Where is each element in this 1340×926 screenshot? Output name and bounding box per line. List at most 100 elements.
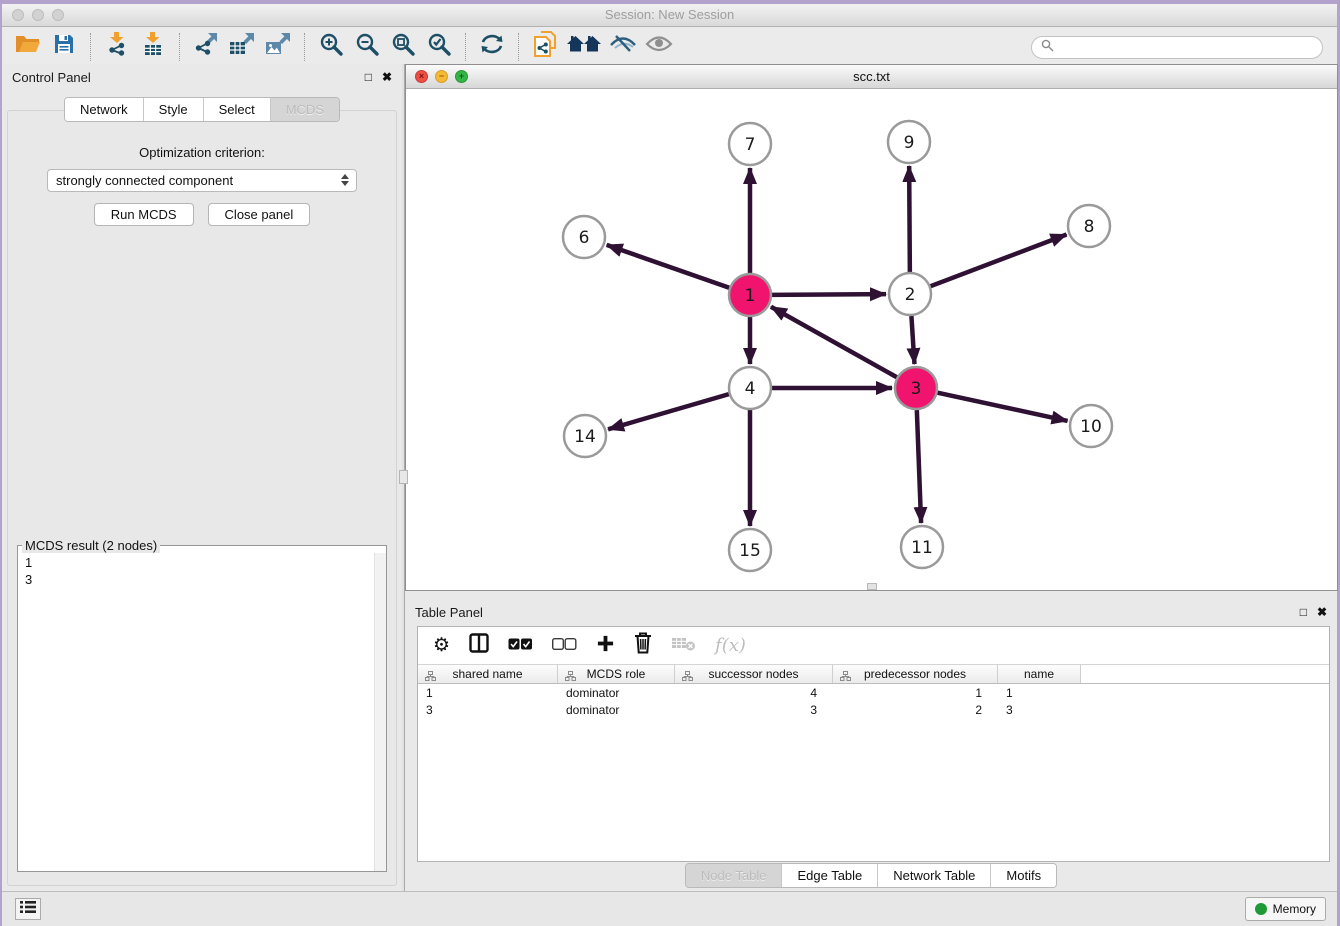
close-network-button[interactable]: × — [415, 70, 428, 83]
minimize-network-button[interactable]: − — [435, 70, 448, 83]
window-controls[interactable] — [12, 9, 64, 21]
tab-network[interactable]: Network — [65, 98, 144, 121]
edge-2-9[interactable] — [909, 166, 910, 272]
zoom-fit-button[interactable] — [385, 31, 421, 63]
show-all-button[interactable] — [641, 31, 677, 63]
toolbar-separator — [90, 33, 91, 61]
tab-node-table[interactable]: Node Table — [686, 864, 783, 887]
zoom-out-button[interactable] — [349, 31, 385, 63]
node-label-1: 1 — [745, 286, 756, 306]
import-table-button[interactable] — [135, 31, 171, 63]
zoom-out-icon — [354, 31, 380, 62]
table-tabs: Node TableEdge TableNetwork TableMotifs — [405, 863, 1337, 888]
table-cell[interactable]: 4 — [675, 686, 833, 700]
edge-1-2[interactable] — [772, 294, 886, 295]
tab-select[interactable]: Select — [204, 98, 271, 121]
save-session-button[interactable] — [46, 31, 82, 63]
delete-column-button[interactable] — [634, 632, 652, 659]
delete-table-icon — [671, 634, 696, 657]
column-header-predecessor-nodes[interactable]: predecessor nodes — [833, 665, 998, 683]
column-header-successor-nodes[interactable]: successor nodes — [675, 665, 833, 683]
network-graph[interactable]: 7968124314101511 — [406, 89, 1337, 590]
toolbar-separator — [465, 33, 466, 61]
close-panel-icon[interactable]: ✖ — [382, 70, 392, 84]
unselect-all-columns-button[interactable] — [552, 637, 577, 655]
table-cell[interactable]: dominator — [558, 686, 675, 700]
close-table-panel-icon[interactable]: ✖ — [1317, 605, 1327, 619]
table-settings-button[interactable]: ⚙ — [433, 636, 450, 655]
export-table-button[interactable] — [224, 31, 260, 63]
import-network-button[interactable] — [99, 31, 135, 63]
node-label-7: 7 — [745, 135, 756, 155]
tab-network-table[interactable]: Network Table — [878, 864, 991, 887]
toolbar-separator — [179, 33, 180, 61]
table-row[interactable]: 1dominator411 — [418, 684, 1329, 701]
run-mcds-button[interactable]: Run MCDS — [94, 203, 194, 226]
table-cell[interactable]: 1 — [998, 686, 1081, 700]
table-row[interactable]: 3dominator323 — [418, 701, 1329, 718]
two-houses-icon — [567, 33, 601, 60]
edge-2-8[interactable] — [931, 235, 1067, 287]
float-table-panel-icon[interactable]: □ — [1300, 605, 1307, 619]
minimize-window-button[interactable] — [32, 9, 44, 21]
table-cell[interactable]: 3 — [675, 703, 833, 717]
network-window-titlebar: × − + scc.txt — [406, 65, 1337, 89]
table-cell[interactable]: 3 — [998, 703, 1081, 717]
open-folder-icon — [15, 33, 41, 60]
table-cell[interactable]: 2 — [833, 703, 998, 717]
edge-2-3[interactable] — [911, 316, 914, 364]
mcds-result-list[interactable]: 13 — [18, 553, 386, 589]
network-canvas[interactable]: 7968124314101511 — [406, 89, 1337, 590]
tab-mcds[interactable]: MCDS — [271, 98, 339, 121]
float-panel-icon[interactable]: □ — [365, 70, 372, 84]
close-panel-button[interactable]: Close panel — [208, 203, 311, 226]
hide-selected-button[interactable] — [605, 31, 641, 63]
maximize-network-button[interactable]: + — [455, 70, 468, 83]
edge-3-1[interactable] — [771, 307, 897, 378]
tree-hierarchy-icon — [840, 670, 851, 684]
zoom-in-button[interactable] — [313, 31, 349, 63]
node-label-11: 11 — [911, 538, 933, 558]
column-header-filler — [1081, 665, 1329, 683]
criterion-select[interactable]: strongly connected component — [47, 169, 357, 192]
result-scrollbar[interactable] — [374, 553, 386, 871]
edge-1-6[interactable] — [607, 245, 730, 288]
delete-table-button-disabled — [671, 634, 696, 657]
create-column-button[interactable] — [596, 634, 615, 658]
column-header-shared-name[interactable]: shared name — [418, 665, 558, 683]
clone-network-button[interactable] — [527, 31, 563, 63]
export-image-button[interactable] — [260, 31, 296, 63]
select-stepper-icon — [341, 174, 349, 186]
tab-motifs[interactable]: Motifs — [991, 864, 1056, 887]
column-label: MCDS role — [587, 667, 646, 681]
show-columns-button[interactable] — [469, 633, 489, 658]
select-all-columns-button[interactable] — [508, 637, 533, 655]
search-input[interactable] — [1059, 40, 1313, 56]
search-box[interactable] — [1031, 36, 1323, 59]
node-label-14: 14 — [574, 427, 596, 447]
column-header-name[interactable]: name — [998, 665, 1081, 683]
tab-style[interactable]: Style — [144, 98, 204, 121]
apply-layout-button[interactable] — [474, 31, 510, 63]
edge-3-11[interactable] — [917, 410, 921, 523]
export-network-button[interactable] — [188, 31, 224, 63]
table-cell[interactable]: dominator — [558, 703, 675, 717]
column-header-mcds-role[interactable]: MCDS role — [558, 665, 675, 683]
memory-status-icon — [1255, 903, 1267, 915]
task-history-button[interactable] — [15, 898, 41, 920]
two-houses-button[interactable] — [563, 31, 605, 63]
table-cell[interactable]: 1 — [418, 686, 558, 700]
tab-edge-table[interactable]: Edge Table — [782, 864, 878, 887]
close-window-button[interactable] — [12, 9, 24, 21]
table-cell[interactable]: 3 — [418, 703, 558, 717]
edge-4-14[interactable] — [608, 394, 729, 429]
maximize-window-button[interactable] — [52, 9, 64, 21]
table-cell[interactable]: 1 — [833, 686, 998, 700]
edge-3-10[interactable] — [937, 393, 1067, 421]
open-session-button[interactable] — [10, 31, 46, 63]
divider-grip[interactable] — [399, 470, 408, 484]
canvas-bottom-grip[interactable] — [867, 583, 877, 590]
node-table: ⚙ f(x) shared nameMCDS rolesuccessor nod… — [417, 626, 1330, 862]
zoom-selected-button[interactable] — [421, 31, 457, 63]
memory-button[interactable]: Memory — [1245, 897, 1326, 921]
